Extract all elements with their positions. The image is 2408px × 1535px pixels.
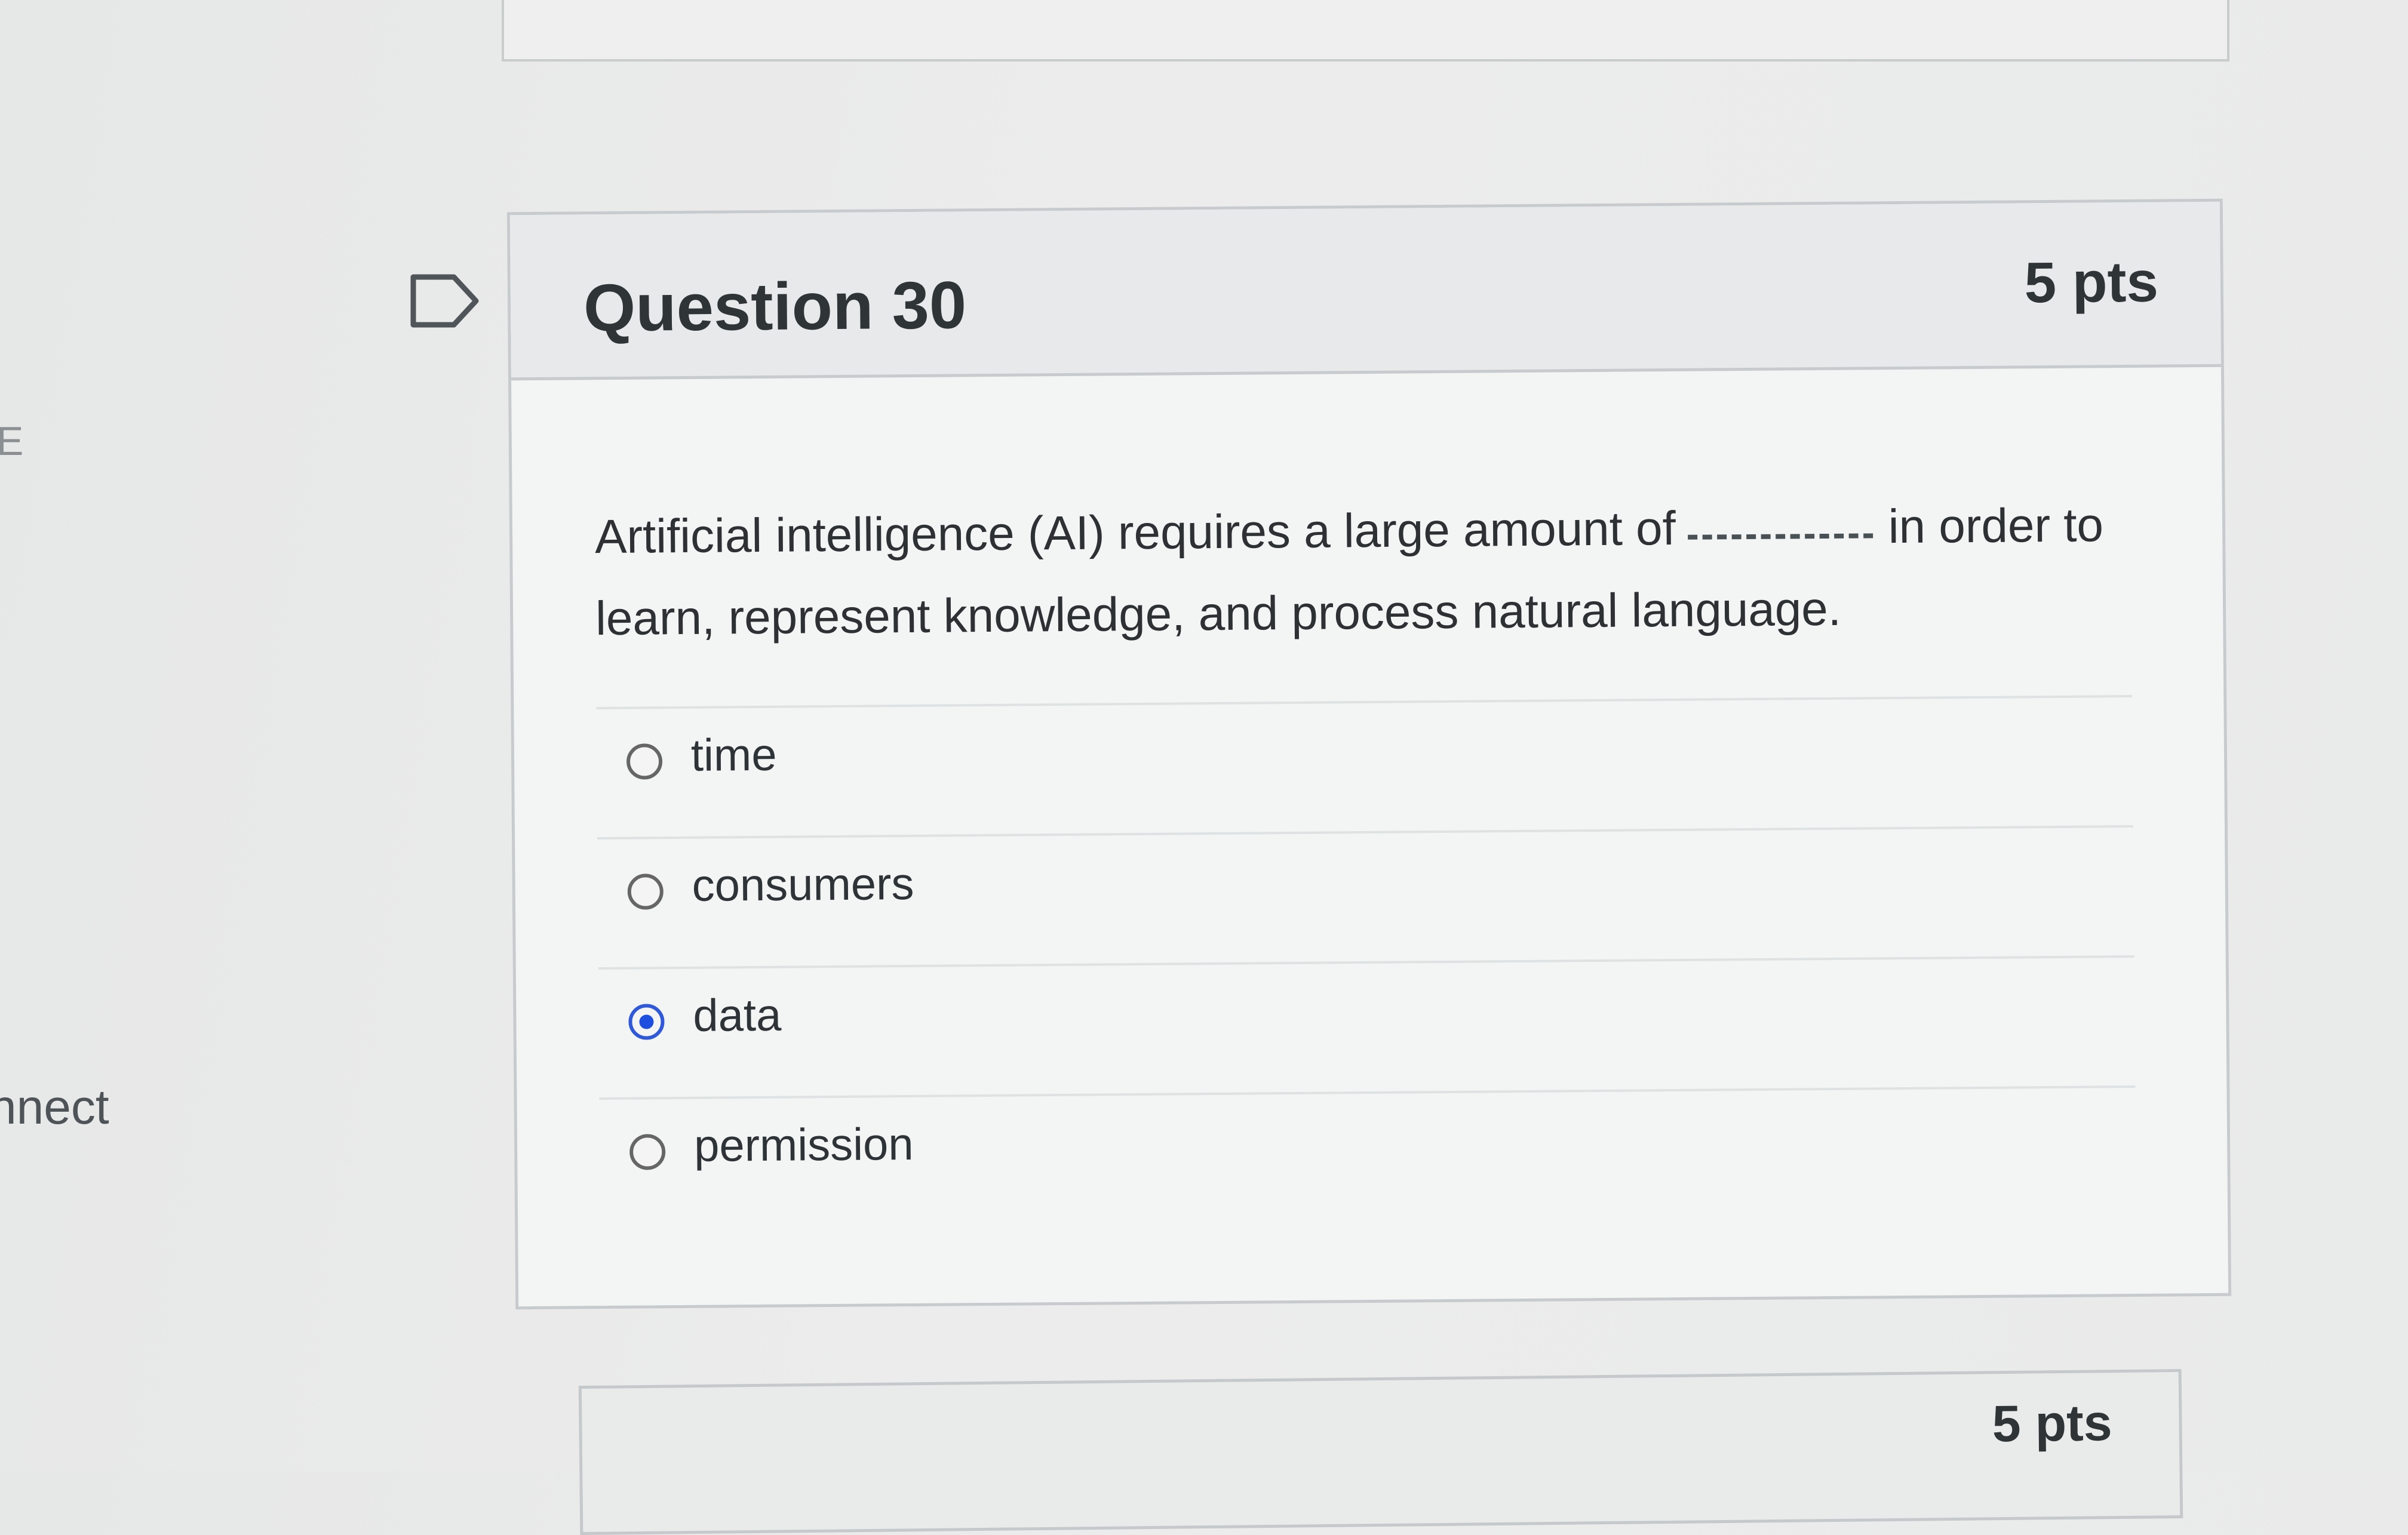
question-body: Artificial intelligence (AI) requires a … — [511, 367, 2228, 1312]
question-text-before-blank: Artificial intelligence (AI) requires a … — [594, 501, 1676, 564]
question-title: Question 30 — [583, 267, 967, 346]
flag-icon[interactable] — [408, 272, 481, 330]
answer-option-data[interactable]: data — [598, 955, 2136, 1098]
radio-button-time[interactable] — [626, 743, 663, 780]
sidebar-partial-label: nnect — [0, 1080, 109, 1134]
radio-button-consumers[interactable] — [627, 873, 664, 910]
answer-label: time — [690, 729, 777, 781]
answer-label: consumers — [692, 858, 914, 911]
next-question-points: 5 pts — [1992, 1394, 2113, 1453]
next-question-card: 5 pts — [578, 1368, 2183, 1535]
answer-option-consumers[interactable]: consumers — [597, 825, 2134, 968]
radio-button-permission[interactable] — [629, 1134, 666, 1170]
answer-option-time[interactable]: time — [596, 694, 2133, 838]
answer-blank — [1687, 533, 1873, 540]
sidebar-partial-mark: E — [0, 419, 24, 464]
question-header: Question 30 5 pts — [509, 201, 2221, 381]
answer-list: time consumers data permission — [596, 694, 2137, 1228]
question-points: 5 pts — [2024, 250, 2159, 315]
answer-label: data — [693, 989, 782, 1041]
answer-label: permission — [693, 1119, 914, 1171]
selected-radio-dot — [639, 1014, 654, 1029]
question-prompt: Artificial intelligence (AI) requires a … — [595, 484, 2161, 660]
previous-question-card — [502, 0, 2229, 61]
question-card: Question 30 5 pts Artificial intelligenc… — [506, 198, 2232, 1312]
radio-button-data[interactable] — [628, 1004, 665, 1040]
answer-option-permission[interactable]: permission — [599, 1085, 2137, 1228]
